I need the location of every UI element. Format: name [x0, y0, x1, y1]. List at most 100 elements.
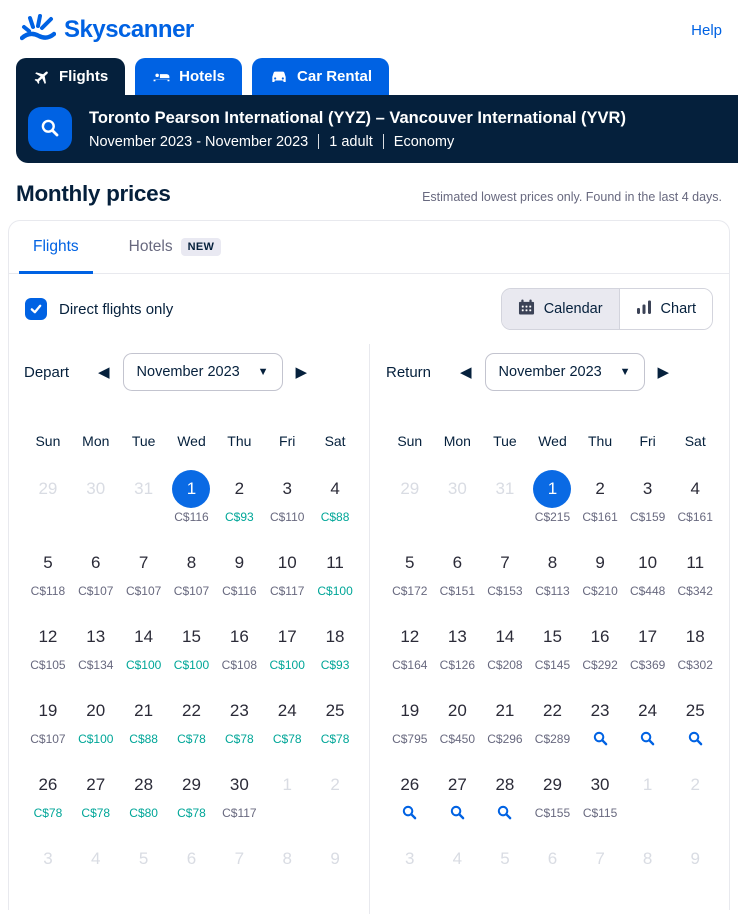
- calendar-day-cell[interactable]: 29 C$155: [529, 766, 577, 821]
- depart-label: Depart: [24, 363, 70, 381]
- day-number: 4: [91, 849, 101, 868]
- price-label: C$100: [173, 657, 210, 672]
- calendar-day-cell[interactable]: 8 C$113: [529, 544, 577, 599]
- price-label: C$78: [33, 805, 63, 820]
- calendar-day-cell[interactable]: 20 C$100: [72, 692, 120, 747]
- calendar-day-cell[interactable]: 2 C$161: [576, 470, 624, 525]
- prev-month-button[interactable]: ◀: [94, 361, 114, 384]
- calendar-day-cell[interactable]: 1 C$215: [529, 470, 577, 525]
- tab-flights-label: Flights: [59, 68, 109, 85]
- calendar-week-row: 26 C$78 27 C$78 28 C$80 29 C$78 30 C$117 1 2: [24, 766, 359, 821]
- day-number: 29: [182, 775, 201, 794]
- calendar-day-cell[interactable]: 26: [386, 766, 434, 821]
- calendar-day-cell[interactable]: 26 C$78: [24, 766, 72, 821]
- calendar-day-cell[interactable]: 9 C$116: [215, 544, 263, 599]
- calendar-day-cell[interactable]: 17 C$369: [624, 618, 672, 673]
- calendar-day-cell[interactable]: 28 C$80: [120, 766, 168, 821]
- month-select[interactable]: November 2023 ▼: [484, 353, 645, 391]
- day-number: 1: [172, 470, 211, 508]
- calendar-day-cell[interactable]: 12 C$164: [386, 618, 434, 673]
- calendar-day-cell[interactable]: 25: [671, 692, 719, 747]
- prev-month-button[interactable]: ◀: [456, 361, 476, 384]
- panel-tab-flights[interactable]: Flights: [19, 221, 93, 274]
- calendar-day-cell[interactable]: 4 C$88: [311, 470, 359, 525]
- calendar-day-cell[interactable]: 30 C$115: [576, 766, 624, 821]
- calendar-day-cell[interactable]: 22 C$289: [529, 692, 577, 747]
- calendar-day-cell[interactable]: 7 C$153: [481, 544, 529, 599]
- price-label: C$105: [30, 657, 66, 672]
- calendar-day-cell[interactable]: 29 C$78: [168, 766, 216, 821]
- calendar-day-cell[interactable]: 30 C$117: [215, 766, 263, 821]
- price-label: C$100: [125, 657, 162, 672]
- calendar-day-cell[interactable]: 19 C$107: [24, 692, 72, 747]
- calendar-day-cell[interactable]: 21 C$296: [481, 692, 529, 747]
- calendar-day-cell[interactable]: 5 C$118: [24, 544, 72, 599]
- calendar-day-cell[interactable]: 8 C$107: [168, 544, 216, 599]
- calendar-day-cell[interactable]: 6 C$151: [434, 544, 482, 599]
- calendar-day-cell[interactable]: 24 C$78: [263, 692, 311, 747]
- day-number: 2: [690, 775, 700, 794]
- calendar-day-cell[interactable]: 27: [434, 766, 482, 821]
- calendar-day-cell[interactable]: 12 C$105: [24, 618, 72, 673]
- calendar-day-cell[interactable]: 19 C$795: [386, 692, 434, 747]
- calendar-day-cell[interactable]: 27 C$78: [72, 766, 120, 821]
- calendar-day-cell[interactable]: 22 C$78: [168, 692, 216, 747]
- help-link[interactable]: Help: [691, 22, 722, 39]
- price-label: C$116: [174, 509, 209, 524]
- calendar-day-cell[interactable]: 21 C$88: [120, 692, 168, 747]
- day-number: 11: [686, 553, 705, 572]
- calendar-day-cell[interactable]: 18 C$93: [311, 618, 359, 673]
- calendar-day-cell[interactable]: 16 C$292: [576, 618, 624, 673]
- calendar-day-cell[interactable]: 10 C$448: [624, 544, 672, 599]
- tab-car-rental[interactable]: Car Rental: [252, 58, 390, 95]
- tab-flights[interactable]: Flights: [16, 58, 126, 95]
- calendar-day-cell[interactable]: 11 C$100: [311, 544, 359, 599]
- calendar-day-cell[interactable]: 24: [624, 692, 672, 747]
- calendar-day-cell[interactable]: 14 C$208: [481, 618, 529, 673]
- calendar-day-cell[interactable]: 4 C$161: [671, 470, 719, 525]
- calendar-day-cell[interactable]: 25 C$78: [311, 692, 359, 747]
- calendar-day-cell[interactable]: 17 C$100: [263, 618, 311, 673]
- calendar-view-button[interactable]: Calendar: [501, 289, 619, 329]
- price-label: C$289: [534, 731, 571, 746]
- next-month-button[interactable]: ▶: [292, 361, 312, 384]
- next-month-button[interactable]: ▶: [654, 361, 674, 384]
- chart-view-button[interactable]: Chart: [618, 289, 712, 329]
- calendar-day-cell: 1: [263, 766, 311, 821]
- calendar-day-cell[interactable]: 15 C$100: [168, 618, 216, 673]
- calendar-day-cell[interactable]: 5 C$172: [386, 544, 434, 599]
- search-icon: [592, 730, 609, 747]
- calendar-day-cell[interactable]: 2 C$93: [215, 470, 263, 525]
- calendar-day-cell[interactable]: 20 C$450: [434, 692, 482, 747]
- calendar-day-cell[interactable]: 3 C$159: [624, 470, 672, 525]
- calendar-day-cell[interactable]: 11 C$342: [671, 544, 719, 599]
- calendar-day-cell[interactable]: 1 C$116: [168, 470, 216, 525]
- calendar-day-cell[interactable]: 14 C$100: [120, 618, 168, 673]
- calendar-day-cell[interactable]: 16 C$108: [215, 618, 263, 673]
- day-number: 26: [38, 775, 58, 794]
- calendar-day-cell[interactable]: 13 C$126: [434, 618, 482, 673]
- skyscanner-sun-icon: [19, 12, 57, 49]
- price-label: C$292: [582, 657, 618, 672]
- tab-hotels[interactable]: Hotels: [135, 58, 243, 95]
- calendar-day-cell[interactable]: 13 C$134: [72, 618, 120, 673]
- calendar-day-cell[interactable]: 18 C$302: [671, 618, 719, 673]
- calendar-day-cell[interactable]: 23: [576, 692, 624, 747]
- skyscanner-logo[interactable]: Skyscanner: [19, 12, 194, 49]
- calendar-day-cell[interactable]: 7 C$107: [120, 544, 168, 599]
- calendar-day-cell[interactable]: 15 C$145: [529, 618, 577, 673]
- search-summary[interactable]: Toronto Pearson International (YYZ) – Va…: [89, 109, 626, 150]
- calendar-day-cell[interactable]: 23 C$78: [215, 692, 263, 747]
- calendar-day-cell[interactable]: 9 C$210: [576, 544, 624, 599]
- price-label: C$100: [78, 731, 114, 746]
- day-number: 30: [447, 479, 467, 498]
- panel-tab-hotels[interactable]: Hotels NEW: [115, 221, 236, 273]
- calendar-day-cell[interactable]: 3 C$110: [263, 470, 311, 525]
- month-select[interactable]: November 2023 ▼: [122, 353, 283, 391]
- weekday-label: Thu: [227, 433, 252, 449]
- direct-flights-checkbox[interactable]: Direct flights only: [25, 298, 173, 320]
- calendar-day-cell[interactable]: 6 C$107: [72, 544, 120, 599]
- calendar-day-cell[interactable]: 28: [481, 766, 529, 821]
- search-button[interactable]: [28, 107, 72, 151]
- calendar-day-cell[interactable]: 10 C$117: [263, 544, 311, 599]
